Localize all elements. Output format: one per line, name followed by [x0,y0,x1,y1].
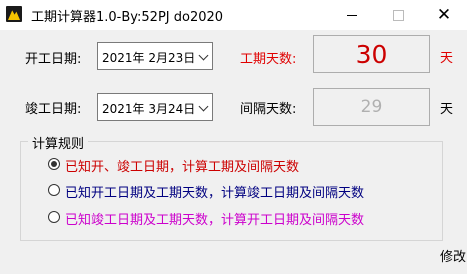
close-button[interactable]: ✕ [421,0,467,30]
chevron-down-icon [198,101,209,112]
rules-title: 计算规则 [28,133,89,152]
end-date-picker[interactable]: 2021年 3月24日 [97,93,213,121]
duration-label: 工期天数: [240,52,297,67]
modify-button[interactable]: 修改 [440,246,466,265]
radio-rule-3-label: 已知竣工日期及工期天数，计算开工日期及间隔天数 [65,213,365,228]
maximize-button[interactable] [375,0,421,30]
radio-rule-2-label: 已知开工日期及工期天数，计算竣工日期及间隔天数 [65,186,365,201]
radio-icon [48,158,60,170]
app-icon [6,6,22,22]
interval-field: 29 [313,88,430,126]
radio-rule-1-label: 已知开、竣工日期，计算工期及间隔天数 [65,160,300,175]
radio-rule-2[interactable]: 已知开工日期及工期天数，计算竣工日期及间隔天数 [48,182,428,201]
start-date-picker[interactable]: 2021年 2月23日 [97,42,213,70]
window-title: 工期计算器1.0-By:52PJ do2020 [31,10,224,25]
duration-field[interactable]: 30 [313,35,430,73]
interval-value: 29 [360,97,383,117]
interval-label: 间隔天数: [240,102,297,117]
title-bar: 工期计算器1.0-By:52PJ do2020 ✕ [0,0,467,30]
close-icon: ✕ [436,4,452,25]
duration-value: 30 [355,39,388,69]
start-date-value: 2021年 2月23日 [102,51,196,65]
minimize-button[interactable] [329,0,375,30]
radio-rule-3[interactable]: 已知竣工日期及工期天数，计算开工日期及间隔天数 [48,209,428,228]
radio-icon [48,211,60,223]
radio-rule-1[interactable]: 已知开、竣工日期，计算工期及间隔天数 [48,156,428,175]
end-date-label: 竣工日期: [25,102,82,117]
end-date-value: 2021年 3月24日 [102,102,196,116]
interval-unit: 天 [440,102,454,117]
maximize-icon [392,9,404,21]
minimize-icon [347,14,357,16]
radio-icon [48,184,60,196]
duration-unit: 天 [440,51,454,66]
start-date-label: 开工日期: [25,52,82,67]
chevron-down-icon [198,50,209,61]
